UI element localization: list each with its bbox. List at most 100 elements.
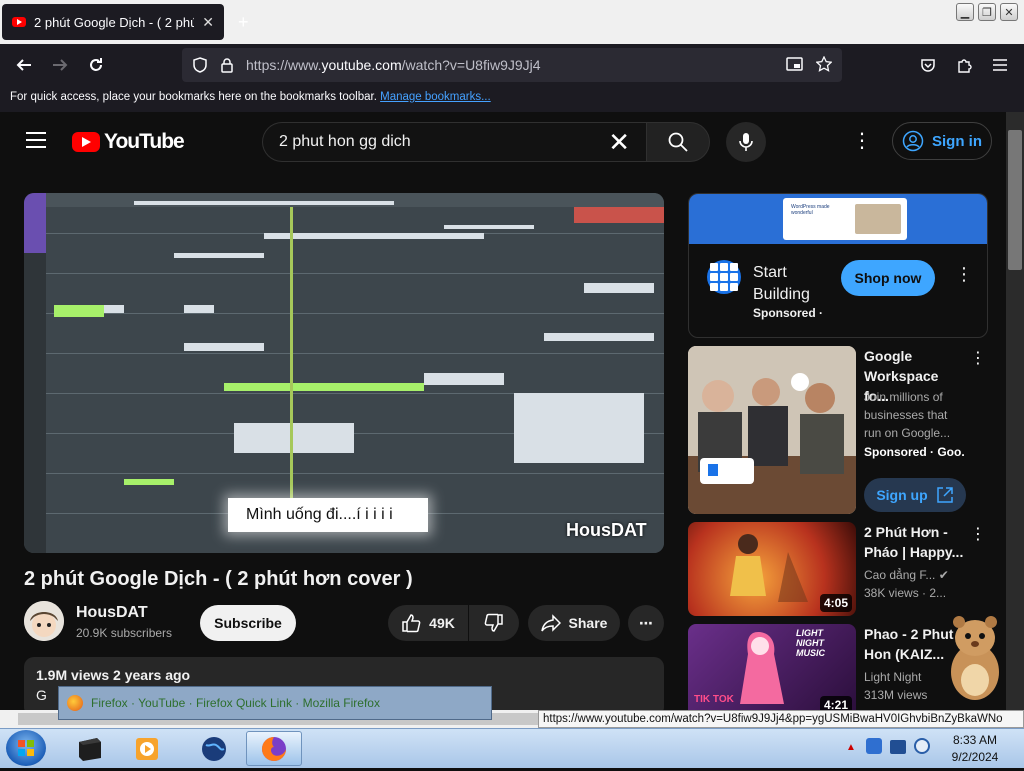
recommended-kebab-icon[interactable]: ⋮ bbox=[970, 348, 986, 368]
video-duration: 4:21 bbox=[819, 696, 852, 710]
video-thumbnail[interactable]: 4:05 bbox=[688, 522, 856, 616]
thumbs-down-icon bbox=[484, 613, 503, 632]
extensions-icon[interactable] bbox=[952, 53, 976, 77]
ad-menu-kebab-icon[interactable]: ⋮ bbox=[955, 264, 973, 285]
hamburger-menu-icon[interactable] bbox=[988, 53, 1012, 77]
thumbs-up-icon bbox=[402, 614, 421, 633]
microphone-icon bbox=[739, 133, 753, 151]
video-duration: 4:05 bbox=[819, 594, 852, 612]
system-clock[interactable]: 8:33 AM 9/2/2024 bbox=[940, 732, 1010, 766]
bookmarks-toolbar: For quick access, place your bookmarks h… bbox=[0, 86, 1024, 112]
subscriber-count: 20.9K subscribers bbox=[76, 626, 173, 640]
video-thumbnail[interactable] bbox=[688, 346, 856, 514]
picture-in-picture-icon[interactable] bbox=[786, 56, 804, 75]
minimize-button[interactable]: ▁ bbox=[956, 3, 974, 21]
bookmark-star-icon[interactable] bbox=[815, 54, 833, 75]
sign-up-label: Sign up bbox=[876, 487, 928, 503]
clock-time: 8:33 AM bbox=[952, 733, 998, 747]
subscribe-button[interactable]: Subscribe bbox=[200, 605, 296, 641]
forward-arrow-icon bbox=[53, 59, 68, 71]
recommended-title[interactable]: 2 Phút Hơn - Pháo | Happy... bbox=[864, 522, 964, 562]
like-button[interactable]: 49K bbox=[388, 605, 468, 641]
shop-now-button[interactable]: Shop now bbox=[841, 260, 935, 296]
firefox-icon bbox=[262, 736, 286, 761]
hamster-sticker-image bbox=[951, 616, 999, 700]
show-hidden-icons-arrow-icon[interactable]: ▲ bbox=[846, 742, 856, 753]
ad-banner-card: WordPress made wonderful bbox=[783, 198, 907, 240]
youtube-wordmark: YouTube bbox=[104, 130, 185, 153]
ad-sponsored-label: Sponsored · bbox=[753, 306, 824, 320]
sidebar-ad[interactable]: WordPress made wonderful Start Building … bbox=[688, 193, 988, 338]
browser-tab[interactable]: 2 phút Google Dịch - ( 2 phút hơ ✕ bbox=[2, 4, 224, 40]
account-icon bbox=[902, 130, 924, 152]
sign-in-button[interactable]: Sign in bbox=[892, 122, 992, 160]
url-path: /watch?v=U8fiw9J9Jj4 bbox=[401, 57, 541, 73]
taskbar-app-firefox[interactable] bbox=[246, 731, 302, 766]
taskbar-app-media[interactable] bbox=[62, 731, 118, 766]
thumbnail-text: LIGHT NIGHT MUSIC bbox=[796, 628, 825, 658]
globe-icon bbox=[202, 736, 226, 761]
lock-icon[interactable] bbox=[220, 57, 234, 73]
more-actions-button[interactable]: ⋯ bbox=[628, 605, 664, 641]
video-thumbnail[interactable]: LIGHT NIGHT MUSIC TIK TOK 4:21 bbox=[688, 624, 856, 710]
voice-search-button[interactable] bbox=[726, 122, 766, 162]
new-tab-button[interactable]: + bbox=[238, 12, 249, 33]
url-text[interactable]: https://www.youtube.com/watch?v=U8fiw9J9… bbox=[246, 57, 541, 73]
recommended-meta: businesses that bbox=[864, 408, 948, 422]
vertical-scrollbar[interactable] bbox=[1006, 112, 1024, 710]
recommended-meta: 38K views · 2... bbox=[864, 586, 947, 600]
search-button[interactable] bbox=[646, 122, 710, 162]
link-status-bar: https://www.youtube.com/watch?v=U8fiw9J9… bbox=[538, 710, 1024, 728]
tray-clock-icon[interactable] bbox=[914, 738, 930, 754]
start-button[interactable] bbox=[6, 730, 46, 766]
settings-kebab-icon[interactable]: ⋮ bbox=[852, 128, 872, 156]
share-button[interactable]: Share bbox=[528, 605, 620, 641]
guide-menu-icon[interactable] bbox=[26, 132, 46, 153]
ad-grid-icon bbox=[707, 260, 741, 294]
search-input[interactable]: 2 phut hon gg dich ✕ bbox=[262, 122, 646, 162]
video-subtitle: Mình uống đi....í i i i i bbox=[228, 498, 428, 532]
shield-icon[interactable] bbox=[192, 57, 208, 73]
forward-button[interactable] bbox=[48, 53, 72, 77]
recommended-kebab-icon[interactable]: ⋮ bbox=[970, 524, 986, 544]
recommended-sponsored: Sponsored · Goo... bbox=[864, 445, 964, 459]
reload-icon bbox=[90, 58, 102, 71]
tray-display-icon[interactable] bbox=[890, 740, 906, 754]
media-player-icon bbox=[136, 737, 158, 760]
reload-button[interactable] bbox=[84, 53, 108, 77]
tab-close-icon[interactable]: ✕ bbox=[202, 14, 214, 31]
share-arrow-icon bbox=[540, 614, 561, 632]
tab-title: 2 phút Google Dịch - ( 2 phút hơ bbox=[34, 14, 195, 30]
media-box-icon bbox=[79, 737, 101, 761]
channel-name[interactable]: HousDAT bbox=[76, 604, 148, 622]
external-link-icon bbox=[936, 487, 953, 503]
tray-network-icon[interactable] bbox=[866, 738, 882, 754]
manage-bookmarks-link[interactable]: Manage bookmarks... bbox=[380, 91, 491, 103]
tooltip-text: Firefox · YouTube · Firefox Quick Link ·… bbox=[91, 696, 380, 710]
back-button[interactable] bbox=[12, 53, 36, 77]
channel-label: Cao dẳng F... bbox=[864, 568, 936, 582]
maximize-button[interactable]: ❐ bbox=[978, 3, 996, 21]
tooltip-bar: Firefox · YouTube · Firefox Quick Link ·… bbox=[58, 686, 492, 720]
firefox-icon bbox=[67, 695, 83, 711]
close-window-button[interactable]: ✕ bbox=[1000, 3, 1018, 21]
youtube-logo[interactable]: YouTube bbox=[72, 130, 185, 154]
url-host: youtube.com bbox=[321, 57, 402, 73]
dislike-button[interactable] bbox=[469, 605, 519, 641]
clear-search-icon[interactable]: ✕ bbox=[608, 127, 630, 158]
youtube-favicon-icon bbox=[12, 17, 26, 27]
recommended-meta: run on Google... bbox=[864, 426, 951, 440]
share-label: Share bbox=[568, 615, 608, 631]
back-arrow-icon bbox=[16, 59, 31, 71]
recommended-item[interactable]: 4:05 2 Phút Hơn - Pháo | Happy... Cao dẳ… bbox=[688, 522, 1006, 616]
ad-title[interactable]: Start Building bbox=[753, 262, 833, 306]
url-bar[interactable]: https://www.youtube.com/watch?v=U8fiw9J9… bbox=[182, 48, 842, 82]
taskbar-app-player[interactable] bbox=[120, 731, 176, 766]
ad-banner-image[interactable]: WordPress made wonderful bbox=[689, 194, 987, 244]
search-icon bbox=[668, 132, 688, 152]
sign-up-button[interactable]: Sign up bbox=[864, 478, 966, 512]
taskbar-app-globe[interactable] bbox=[186, 731, 242, 766]
ad-banner-text: WordPress made wonderful bbox=[791, 204, 830, 216]
channel-avatar[interactable] bbox=[24, 601, 64, 641]
pocket-icon[interactable] bbox=[916, 53, 940, 77]
